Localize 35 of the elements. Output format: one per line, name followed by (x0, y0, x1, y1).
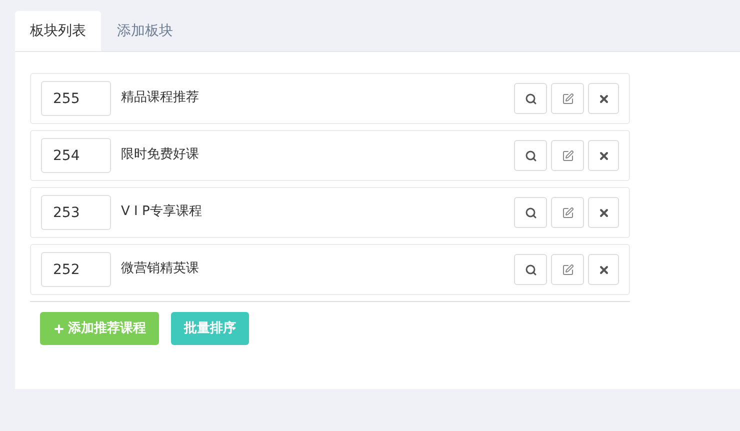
search-button[interactable] (514, 140, 547, 171)
delete-button[interactable] (588, 254, 619, 285)
search-button[interactable] (514, 197, 547, 228)
delete-button[interactable] (588, 197, 619, 228)
edit-icon (562, 92, 574, 104)
tab[interactable]: 添加板块 (101, 11, 189, 51)
close-icon (598, 92, 610, 104)
close-icon (598, 206, 610, 218)
tab[interactable]: 板块列表 (15, 11, 101, 51)
order-input[interactable]: 254 (41, 138, 111, 173)
close-icon (598, 264, 610, 276)
edit-button[interactable] (551, 83, 584, 114)
delete-button[interactable] (588, 140, 619, 171)
row-title: 精品课程推荐 (121, 89, 199, 107)
search-button[interactable] (514, 254, 547, 285)
search-button[interactable] (514, 83, 547, 114)
search-icon (524, 150, 536, 162)
row-title: V I P专享课程 (121, 203, 202, 221)
order-input[interactable]: 252 (41, 252, 111, 287)
edit-button[interactable] (551, 197, 584, 228)
edit-icon (562, 150, 574, 162)
delete-button[interactable] (588, 83, 619, 114)
order-input[interactable]: 253 (41, 195, 111, 230)
row-title: 限时免费好课 (121, 146, 199, 164)
plus-icon (53, 322, 65, 334)
close-icon (598, 150, 610, 162)
search-icon (524, 264, 536, 276)
edit-icon (562, 206, 574, 218)
edit-icon (562, 264, 574, 276)
edit-button[interactable] (551, 254, 584, 285)
search-icon (524, 92, 536, 104)
row-title: 微营销精英课 (121, 260, 199, 278)
search-icon (524, 206, 536, 218)
edit-button[interactable] (551, 140, 584, 171)
order-input[interactable]: 255 (41, 81, 111, 116)
